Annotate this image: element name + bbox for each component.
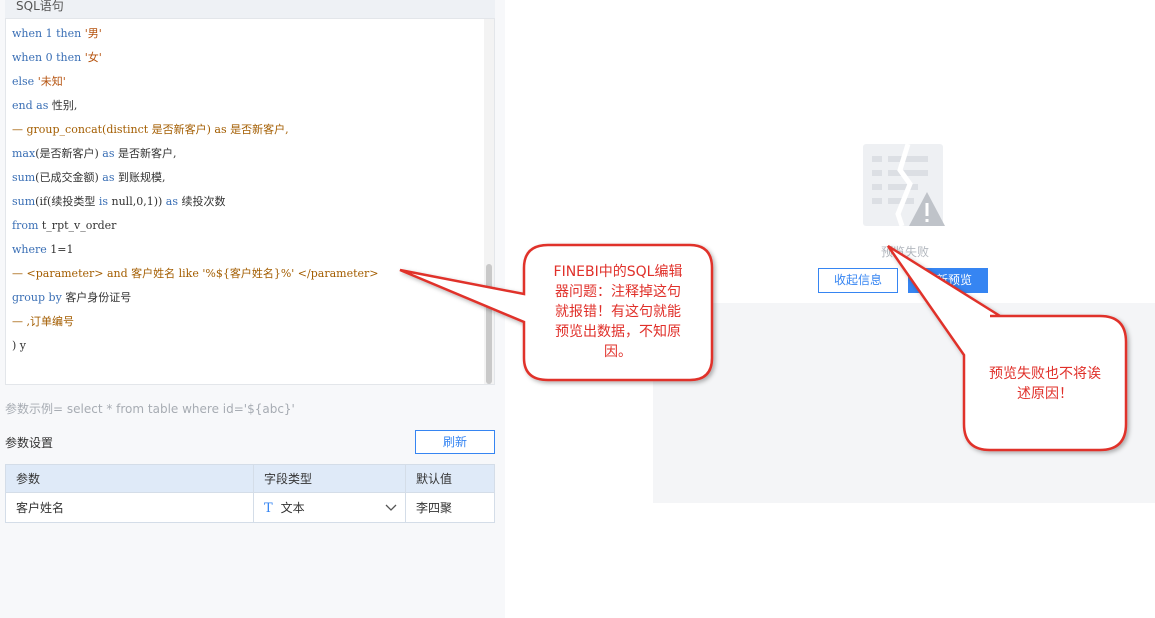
code-token: t_rpt_v_order (41, 219, 117, 232)
editor-scrollbar-thumb[interactable] (486, 264, 492, 384)
code-token: group by (12, 291, 66, 304)
code-line: group by 客户身份证号 (12, 290, 131, 306)
code-line: when 1 then '男' (12, 26, 102, 42)
code-token: from (12, 219, 42, 232)
right-bubble-text: 预览失败也不将诶 述原因！ (989, 366, 1101, 402)
field-type-select[interactable]: T 文本 (253, 492, 406, 523)
field-type-value: 文本 (280, 501, 305, 515)
code-token: where (12, 243, 51, 256)
code-token: when 0 then (12, 51, 85, 64)
code-line: max(是否新客户) as 是否新客户, (12, 146, 177, 162)
code-line: — ,订单编号 (12, 314, 74, 330)
sql-section-title: SQL语句 (16, 0, 64, 13)
col-header-default: 默认值 (405, 464, 495, 493)
code-line: ) y (12, 338, 26, 354)
chevron-down-icon[interactable] (385, 501, 397, 513)
param-example-hint: 参数示例= select * from table where id='${ab… (5, 402, 295, 416)
code-token: — ,订单编号 (12, 315, 74, 328)
code-token: as (36, 99, 52, 112)
param-settings-title: 参数设置 (5, 436, 54, 450)
code-token: end (12, 99, 37, 112)
code-token: as (102, 171, 118, 184)
preview-failed-icon (863, 143, 945, 227)
left-bubble-text: FINEBI中的SQL编辑 器问题：注释掉这句 就报错！有这句就能 预览出数据，… (553, 264, 683, 360)
code-token: sum (12, 195, 36, 208)
code-token: null,0,1)) (111, 195, 166, 208)
code-token: 续投次数 (181, 195, 226, 208)
code-token: (if(续投类型 (35, 195, 99, 208)
code-token: when 1 then (12, 27, 85, 40)
col-header-field-type: 字段类型 (253, 464, 406, 493)
code-line: end as 性别, (12, 98, 77, 114)
code-line: — <parameter> and 客户姓名 like '%${客户姓名}%' … (12, 266, 379, 282)
preview-failed-text: 预览失败 (880, 245, 929, 259)
code-line: when 0 then '女' (12, 50, 102, 66)
repreview-button[interactable]: 重新预览 (908, 268, 988, 293)
sql-code-editor[interactable]: when 1 then '男' when 0 then '女' else '未知' e… (5, 18, 495, 385)
code-line: from t_rpt_v_order (12, 218, 116, 234)
code-token: is (98, 195, 112, 208)
code-token: 1=1 (50, 243, 74, 256)
code-token: as (165, 195, 182, 208)
code-token: '男' (84, 27, 102, 40)
code-token: 到账规模, (117, 171, 166, 184)
param-name-cell: 客户姓名 (5, 492, 254, 523)
param-table-header: 参数 字段类型 默认值 (5, 464, 495, 493)
code-token: — group_concat(distinct 是否新客户) as 是否新客户, (12, 123, 289, 136)
table-row: 客户姓名 T 文本 李四聚 (5, 492, 495, 523)
code-line: else '未知' (12, 74, 66, 90)
code-line: sum(已成交金额) as 到账规模, (12, 170, 165, 186)
code-token: 性别, (51, 99, 78, 112)
code-token: — <parameter> and 客户姓名 like '%${客户姓名}%' … (12, 267, 379, 280)
sql-section-header: SQL语句 (5, 0, 495, 18)
code-token: '未知' (37, 75, 66, 88)
code-token: 客户身份证号 (65, 291, 132, 304)
col-header-param: 参数 (5, 464, 254, 493)
code-line: sum(if(续投类型 is null,0,1)) as 续投次数 (12, 194, 226, 210)
code-token: sum (12, 171, 36, 184)
code-line: where 1=1 (12, 242, 74, 258)
code-line: — group_concat(distinct 是否新客户) as 是否新客户, (12, 122, 289, 138)
param-table: 参数 字段类型 默认值 客户姓名 T 文本 李四聚 (5, 464, 495, 523)
code-token: else (12, 75, 38, 88)
code-token: 是否新客户, (118, 147, 177, 160)
code-token: (已成交金额) (35, 171, 103, 184)
editor-scrollbar[interactable] (484, 19, 494, 384)
refresh-button[interactable]: 刷新 (415, 430, 495, 454)
code-token: ) y (12, 339, 27, 352)
collapse-info-button[interactable]: 收起信息 (818, 268, 898, 293)
code-token: as (102, 147, 118, 160)
code-token: max (12, 147, 36, 160)
code-token: '女' (84, 51, 102, 64)
code-token: (是否新客户) (35, 147, 103, 160)
text-type-icon: T (264, 501, 273, 516)
default-value-cell[interactable]: 李四聚 (405, 492, 495, 523)
